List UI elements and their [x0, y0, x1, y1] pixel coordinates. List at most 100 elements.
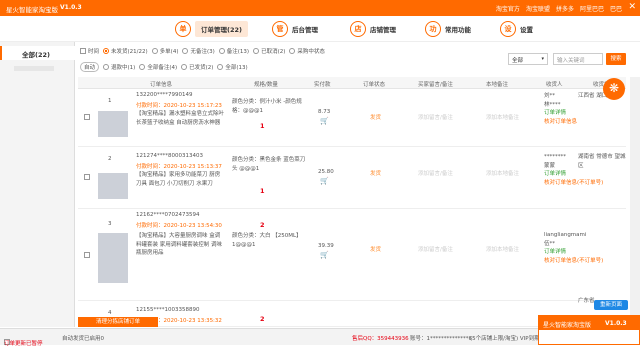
product-image: [98, 111, 128, 137]
filter-shipped[interactable]: 已发货(2): [181, 63, 213, 71]
radio[interactable]: [139, 64, 146, 70]
scrollbar[interactable]: [630, 77, 640, 325]
order-detail-link[interactable]: 订单详情: [544, 109, 614, 118]
account-info: 账号：1**************6: [410, 336, 472, 342]
functions-icon: 功: [425, 21, 441, 37]
clean-orders-button[interactable]: 清理分拣店铺订单: [78, 317, 158, 327]
quantity: 2: [260, 221, 265, 229]
top-link[interactable]: 淘宝联盟: [526, 4, 550, 13]
tab-label: 后台管理: [292, 26, 318, 34]
table-row[interactable]: 3 12162****0702473594 付款时间：2020-10-23 13…: [78, 209, 626, 301]
product-title[interactable]: 【淘宝精品】大容量厨房调味 盒调料罐套装 家用调料罐套装控制 调味瓶厨房用品: [136, 232, 224, 258]
tab-functions[interactable]: 功 常用功能: [425, 20, 471, 38]
row-checkbox[interactable]: [84, 252, 90, 258]
tab-shop[interactable]: 店 店铺管理: [350, 20, 396, 38]
quantity: 2: [260, 315, 265, 323]
filter-unshipped[interactable]: 未发货(21/22): [103, 47, 148, 55]
add-local-note[interactable]: 添加本地备注: [486, 245, 519, 253]
add-local-note[interactable]: 添加本地备注: [486, 113, 519, 121]
filter-cancelled[interactable]: 已取消(2): [253, 47, 285, 55]
refresh-button[interactable]: 重新页面: [594, 300, 628, 310]
settings-float-icon[interactable]: ❋: [603, 78, 625, 100]
ship-link[interactable]: 发货: [370, 113, 381, 121]
filter-all[interactable]: 全部(13): [217, 63, 248, 71]
tab-label: 店铺管理: [370, 26, 396, 34]
support-qq[interactable]: 售后QQ：359443936: [352, 334, 409, 342]
verify-link[interactable]: 核对订单信息: [544, 118, 614, 127]
tab-orders[interactable]: 单 订单管理(22): [175, 20, 248, 38]
tab-settings[interactable]: 设 设置: [500, 20, 533, 38]
order-number: 12162****0702473594: [136, 212, 200, 218]
app-title: 星火智能家淘宝版: [6, 6, 58, 14]
row-checkbox[interactable]: [84, 114, 90, 120]
top-links: 淘宝官方 淘宝联盟 拼多多 阿里巴巴 巴巴: [496, 4, 622, 13]
top-link[interactable]: 淘宝官方: [496, 4, 520, 13]
table-header: 订单信息 规格/数量 实付款 订单状态 买家留言/备注 本地备注 收货人 收货地…: [78, 77, 626, 89]
order-number: 121274****8000313403: [136, 153, 203, 159]
quota-info: (5个店铺上限/淘宝) VIP到期: [470, 336, 540, 342]
orders-icon: 单: [175, 21, 191, 37]
filter-refund[interactable]: 退款中(1): [103, 63, 135, 71]
order-detail-link[interactable]: 订单详情: [544, 170, 614, 179]
quantity: 1: [260, 122, 265, 130]
order-number: 132200****7990149: [136, 92, 193, 98]
radio[interactable]: [253, 48, 260, 54]
quantity: 1: [260, 187, 265, 195]
row-number: 2: [108, 156, 112, 162]
filter-row-1: 时间 未发货(21/22) 多单(4) 无备注(3) 备注(13) 已取消(2)…: [80, 46, 480, 56]
add-note[interactable]: 添加留言/备注: [418, 113, 453, 121]
top-link[interactable]: 拼多多: [556, 4, 574, 13]
sidebar-item-shop[interactable]: [14, 66, 54, 71]
sidebar-item-all[interactable]: 全部(22): [0, 46, 75, 60]
close-icon[interactable]: ✕: [628, 2, 636, 12]
row-number: 3: [108, 221, 112, 227]
product-title[interactable]: 【淘宝精品】漏水塑料盒皂立式除叶长茶篮子收纳盒 自动厨房沥水神器: [136, 110, 224, 127]
filter-multi[interactable]: 多单(4): [151, 47, 178, 55]
search-button[interactable]: 搜索: [606, 53, 626, 65]
radio[interactable]: [182, 48, 189, 54]
filter-note[interactable]: 备注(13): [218, 47, 249, 55]
address: 湖南省 常德市 望城区: [578, 154, 626, 169]
table-row[interactable]: 1 132200****7990149 付款时间：2020-10-23 15:1…: [78, 89, 626, 147]
add-note[interactable]: 添加留言/备注: [418, 169, 453, 177]
radio[interactable]: [289, 48, 296, 54]
product-title[interactable]: 【淘宝精品】家用多功能菜刀 厨房刀具 面包刀 小刀切削刀 水果刀: [136, 171, 224, 188]
top-link[interactable]: 阿里巴巴: [580, 4, 604, 13]
radio[interactable]: [218, 48, 225, 54]
notification-popup[interactable]: 星火智能家淘宝版 V1.0.3: [538, 315, 640, 345]
row-checkbox[interactable]: [84, 174, 90, 180]
price: 25.80: [318, 169, 334, 175]
checkbox[interactable]: [80, 48, 86, 54]
add-local-note[interactable]: 添加本地备注: [486, 169, 519, 177]
price: 39.39: [318, 243, 334, 249]
filter-auto[interactable]: 自动: [80, 62, 100, 72]
popup-header: 星火智能家淘宝版 V1.0.3: [539, 316, 639, 330]
order-detail-link[interactable]: 订单详情: [544, 248, 614, 257]
add-note[interactable]: 添加留言/备注: [418, 245, 453, 253]
filter-purchasing[interactable]: 采购中状态: [289, 47, 325, 55]
filter-time[interactable]: 时间: [80, 47, 99, 55]
tab-label: 订单管理(22): [195, 21, 248, 37]
radio[interactable]: [217, 64, 224, 70]
col-order: 订单信息: [150, 82, 173, 88]
search-input[interactable]: 输入关键词: [553, 53, 603, 65]
scope-select[interactable]: 全部 ▾: [508, 53, 548, 65]
radio[interactable]: [103, 48, 110, 54]
filter-row-2: 自动 退款中(1) 全部备注(4) 已发货(2) 全部(13): [80, 62, 430, 72]
title-bar: 星火智能家淘宝版 V1.0.3 淘宝官方 淘宝联盟 拼多多 阿里巴巴 巴巴 ✕: [0, 0, 640, 16]
radio[interactable]: [151, 48, 158, 54]
tab-backend[interactable]: 管 后台管理: [272, 20, 318, 38]
filter-no-note[interactable]: 无备注(3): [182, 47, 215, 55]
top-link[interactable]: 巴巴: [610, 4, 622, 13]
verify-link[interactable]: 核对订单信息(不订单号): [544, 257, 614, 266]
radio[interactable]: [103, 64, 110, 70]
radio[interactable]: [181, 64, 188, 70]
table-row[interactable]: 2 121274****8000313403 付款时间：2020-10-23 1…: [78, 147, 626, 209]
settings-icon: 设: [500, 21, 516, 37]
verify-link[interactable]: 核对订单信息(不订单号): [544, 179, 614, 188]
app-version: V1.0.3: [60, 4, 82, 11]
filter-all-notes[interactable]: 全部备注(4): [139, 63, 177, 71]
col-local-note: 本地备注: [486, 82, 509, 88]
ship-link[interactable]: 发货: [370, 245, 381, 253]
ship-link[interactable]: 发货: [370, 169, 381, 177]
